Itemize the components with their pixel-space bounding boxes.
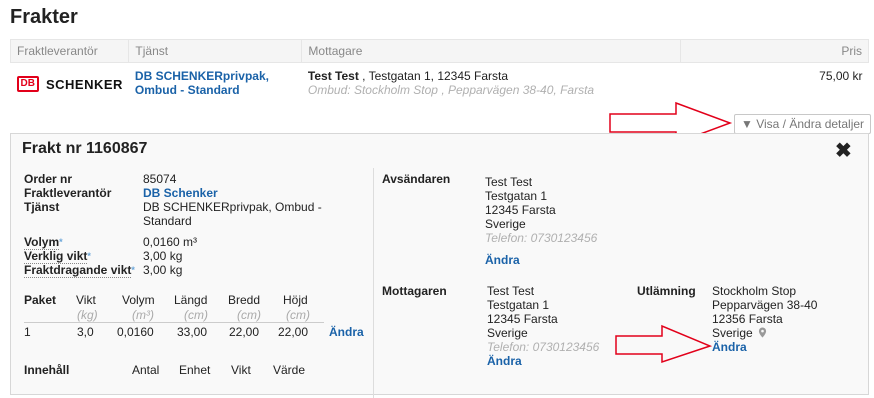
sender-country: Sverige xyxy=(485,217,526,231)
weight-label: Verklig vikt xyxy=(24,249,88,264)
table-header-row: Fraktleverantör Tjänst Mottagare Pris xyxy=(9,39,869,63)
page-title: Frakter xyxy=(10,6,78,28)
recipient-pickup: Ombud: Stockholm Stop , Pepparvägen 38-4… xyxy=(307,83,595,97)
pkg-header-weight: Vikt xyxy=(76,293,96,307)
receiver-edit-link[interactable]: Ändra xyxy=(487,354,599,368)
volume-star: * xyxy=(59,237,63,247)
pkg-cell-length: 33,00 xyxy=(177,325,208,339)
sender-edit-link[interactable]: Ändra xyxy=(485,253,597,267)
pkg-unit-height: (cm) xyxy=(286,308,310,322)
receiver-label: Mottagaren xyxy=(382,284,447,298)
recipient-address: , Testgatan 1, 12345 Farsta xyxy=(358,69,509,83)
sender-phone: Telefon: 0730123456 xyxy=(485,231,598,245)
pkg-cell-volume: 0,0160 xyxy=(117,325,154,339)
service-link-line1[interactable]: DB SCHENKERprivpak, xyxy=(135,69,296,83)
charge-star: * xyxy=(131,265,135,275)
content-header-value: Värde xyxy=(273,363,306,377)
pkg-unit-length: (cm) xyxy=(184,308,208,322)
pkg-cell-number: 1 xyxy=(24,325,31,339)
delivery-city: 12356 Farsta xyxy=(712,312,783,326)
delivery-name: Stockholm Stop xyxy=(712,284,797,298)
db-schenker-logo: DB SCHENKER xyxy=(16,76,123,92)
panel-divider xyxy=(373,168,374,398)
pkg-unit-width: (cm) xyxy=(237,308,261,322)
order-value: 85074 xyxy=(143,172,177,186)
panel-title: Frakt nr 1160867 xyxy=(22,140,148,157)
pkg-cell-height: 22,00 xyxy=(278,325,309,339)
map-pin-icon[interactable] xyxy=(758,327,767,338)
sender-street: Testgatan 1 xyxy=(485,189,548,203)
weight-star: * xyxy=(87,251,91,261)
charge-weight-label: Fraktdragande vikt xyxy=(24,263,132,278)
sender-name: Test Test xyxy=(485,175,533,189)
pkg-header-volume: Volym xyxy=(122,293,155,307)
pkg-cell-weight: 3,0 xyxy=(77,325,94,339)
volume-value: 0,0160 m³ xyxy=(143,235,198,249)
db-logo-mark: DB xyxy=(16,76,39,92)
service-value-1: DB SCHENKERprivpak, Ombud - xyxy=(143,200,322,214)
receiver-city: 12345 Farsta xyxy=(487,312,558,326)
receiver-country: Sverige xyxy=(487,326,528,340)
volume-label: Volym xyxy=(24,235,60,250)
pkg-header-height: Höjd xyxy=(283,293,308,307)
pkg-divider xyxy=(24,322,324,323)
pkg-unit-volume: (m³) xyxy=(132,308,154,322)
recipient-line: Test Test , Testgatan 1, 12345 Farsta xyxy=(308,69,675,83)
charge-label-wrap: Fraktdragande vikt* xyxy=(24,263,135,278)
content-header-label: Innehåll xyxy=(24,363,70,377)
sender-address: Test Test Testgatan 1 12345 Farsta Sveri… xyxy=(485,175,597,267)
delivery-address: Stockholm Stop Pepparvägen 38-40 12356 F… xyxy=(712,284,817,354)
col-service: Tjänst xyxy=(128,39,303,63)
pkg-cell-width: 22,00 xyxy=(229,325,260,339)
show-edit-details-button[interactable]: ▼ Visa / Ändra detaljer xyxy=(734,114,872,134)
table-row[interactable]: DB SCHENKER DB SCHENKERprivpak, Ombud - … xyxy=(11,63,869,108)
delivery-country-row: Sverige xyxy=(712,326,817,340)
sender-label: Avsändaren xyxy=(382,172,451,186)
receiver-address: Test Test Testgatan 1 12345 Farsta Sveri… xyxy=(487,284,599,368)
receiver-phone: Telefon: 0730123456 xyxy=(487,340,600,354)
service-value-2: Standard xyxy=(143,214,192,228)
content-header-weight: Vikt xyxy=(231,363,251,377)
delivery-edit-link[interactable]: Ändra xyxy=(712,340,817,354)
volume-label-wrap: Volym* xyxy=(24,235,63,250)
annotation-arrow-bottom xyxy=(615,324,713,364)
weight-label-wrap: Verklig vikt* xyxy=(24,249,91,264)
pkg-header-width: Bredd xyxy=(228,293,261,307)
shipment-details-panel: Frakt nr 1160867 ✖ Order nr 85074 Fraktl… xyxy=(10,133,869,398)
receiver-name: Test Test xyxy=(487,284,535,298)
col-recipient: Mottagare xyxy=(301,39,682,63)
order-label: Order nr xyxy=(24,172,73,186)
content-header-count: Antal xyxy=(132,363,160,377)
pkg-unit-weight: (kg) xyxy=(77,308,98,322)
col-carrier: Fraktleverantör xyxy=(9,39,130,63)
receiver-street: Testgatan 1 xyxy=(487,298,550,312)
col-price: Pris xyxy=(680,39,869,63)
pkg-header-paket: Paket xyxy=(24,293,57,307)
pkg-header-length: Längd xyxy=(174,293,208,307)
delivery-label: Utlämning xyxy=(637,284,696,298)
content-header-unit: Enhet xyxy=(179,363,211,377)
charge-weight-value: 3,00 kg xyxy=(143,263,183,277)
service-cell: DB SCHENKERprivpak, Ombud - Standard xyxy=(129,63,302,108)
sender-city: 12345 Farsta xyxy=(485,203,556,217)
shipments-table: Fraktleverantör Tjänst Mottagare Pris DB… xyxy=(9,39,869,108)
recipient-name: Test Test xyxy=(307,69,359,83)
schenker-logo-text: SCHENKER xyxy=(45,76,123,92)
service-link-line2[interactable]: Ombud - Standard xyxy=(135,83,296,97)
service-label: Tjänst xyxy=(24,200,60,214)
carrier-cell: DB SCHENKER xyxy=(11,63,129,108)
carrier-label: Fraktleverantör xyxy=(24,186,112,200)
delivery-street: Pepparvägen 38-40 xyxy=(712,298,818,312)
pkg-edit-link[interactable]: Ändra xyxy=(329,325,364,339)
delivery-country: Sverige xyxy=(712,326,753,340)
weight-value: 3,00 kg xyxy=(143,249,183,263)
close-icon[interactable]: ✖ xyxy=(835,138,852,163)
carrier-link[interactable]: DB Schenker xyxy=(143,186,218,200)
